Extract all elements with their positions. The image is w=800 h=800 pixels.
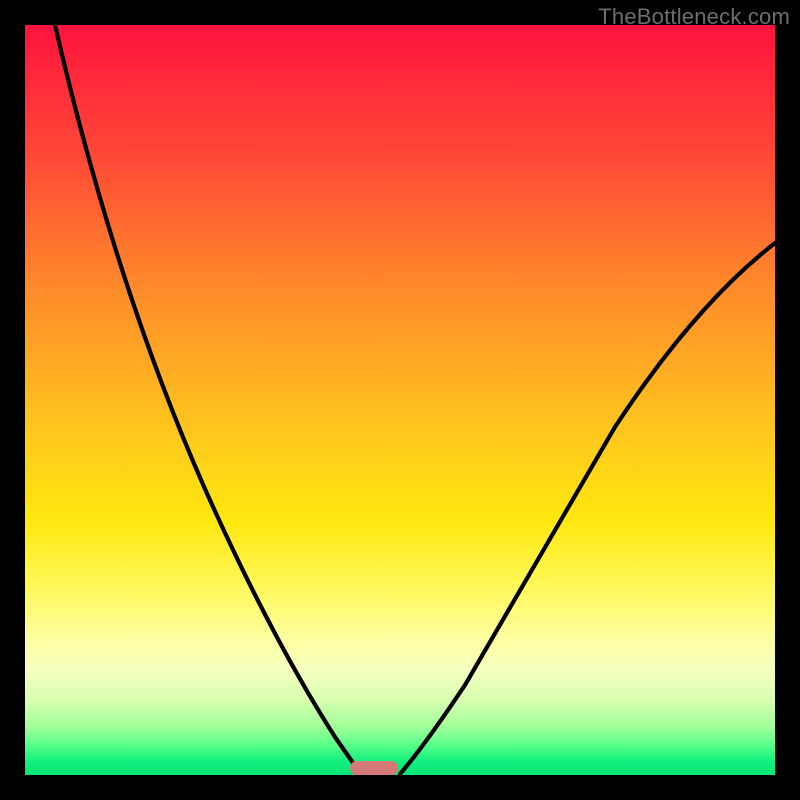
left-curve — [55, 25, 361, 774]
minimum-marker — [350, 761, 398, 775]
outer-frame: TheBottleneck.com — [0, 0, 800, 800]
curve-layer — [25, 25, 775, 775]
right-curve — [400, 243, 775, 774]
watermark-text: TheBottleneck.com — [598, 4, 790, 30]
plot-area — [25, 25, 775, 775]
